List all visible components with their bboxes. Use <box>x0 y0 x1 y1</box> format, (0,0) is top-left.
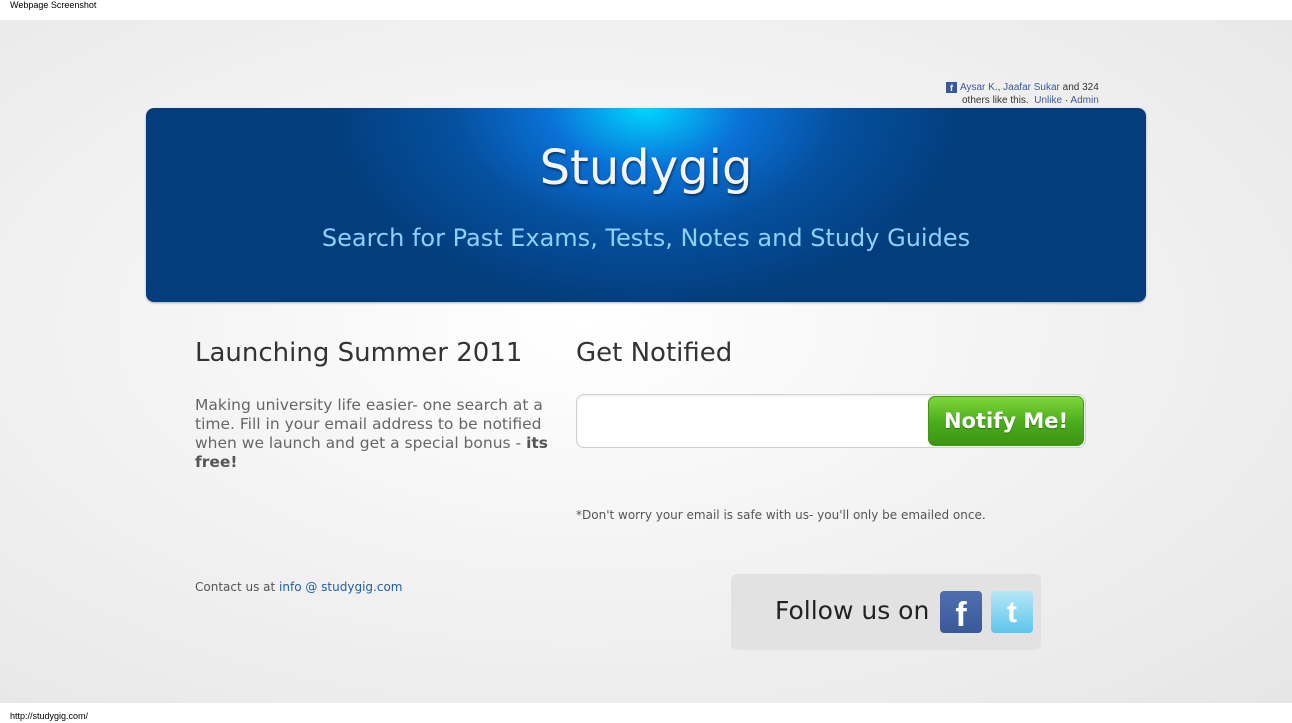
page-caption: Webpage Screenshot <box>10 0 97 10</box>
launch-description: Making university life easier- one searc… <box>195 396 555 472</box>
notify-heading: Get Notified <box>576 338 733 368</box>
page-url: http://studygig.com/ <box>10 711 89 721</box>
email-input[interactable] <box>587 403 921 439</box>
site-tagline: Search for Past Exams, Tests, Notes and … <box>321 224 971 252</box>
notify-me-button[interactable]: Notify Me! <box>928 396 1084 446</box>
fb-unlike-link[interactable]: Unlike <box>1034 95 1062 106</box>
launch-text: Making university life easier- one searc… <box>195 396 543 452</box>
email-signup-form: Notify Me! <box>576 394 1086 448</box>
launch-heading: Launching Summer 2011 <box>195 338 523 368</box>
page-body: f Aysar K., Jaafar Sukar and 324 others l… <box>0 20 1292 703</box>
facebook-like-line1: f Aysar K., Jaafar Sukar and 324 <box>946 81 1126 94</box>
header-banner: Studygig Search for Past Exams, Tests, N… <box>146 108 1146 302</box>
site-title: Studygig <box>539 140 753 196</box>
fb-admin-link[interactable]: Admin <box>1070 95 1098 106</box>
facebook-like-line2: others like this. Unlike · Admin <box>946 94 1126 107</box>
fb-count-text: and 324 <box>1059 82 1099 93</box>
fb-user-link-1[interactable]: Aysar K. <box>960 82 998 93</box>
twitter-icon[interactable]: t <box>991 591 1033 633</box>
contact-email-link[interactable]: info @ studygig.com <box>279 580 402 594</box>
contact-prefix: Contact us at <box>195 580 280 594</box>
fb-others-text: others like this. <box>962 95 1029 106</box>
facebook-like-box: f Aysar K., Jaafar Sukar and 324 others l… <box>946 81 1126 107</box>
facebook-icon[interactable]: f <box>940 591 982 634</box>
contact-info: Contact us at info @ studygig.com <box>195 580 402 594</box>
privacy-disclaimer: *Don't worry your email is safe with us-… <box>576 508 986 522</box>
fb-user-link-2[interactable]: Jaafar Sukar <box>1003 82 1060 93</box>
facebook-icon: f <box>946 82 957 93</box>
follow-us-box: Follow us on f t <box>731 574 1041 650</box>
follow-us-label: Follow us on <box>775 596 930 625</box>
